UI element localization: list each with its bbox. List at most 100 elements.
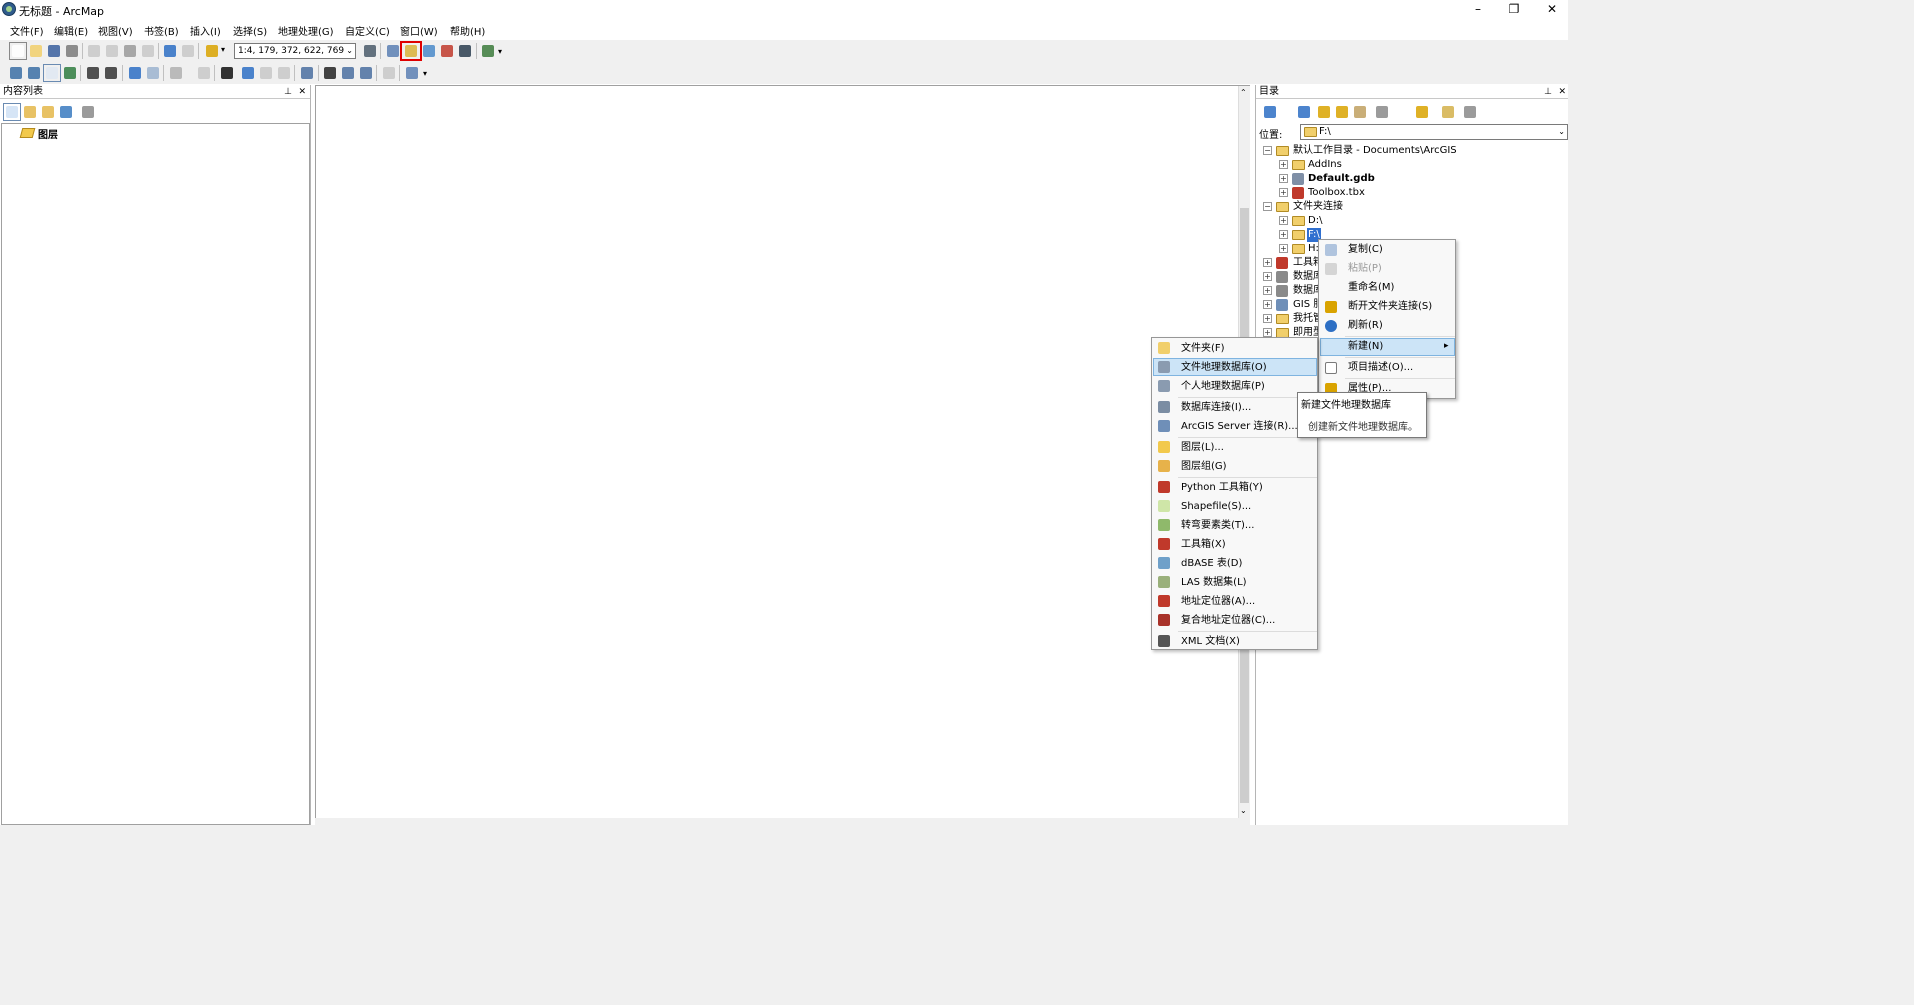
list-by-selection-icon[interactable] — [58, 104, 74, 120]
close-button[interactable]: ✕ — [1538, 1, 1566, 17]
editor-toolbar-icon[interactable] — [362, 43, 378, 59]
measure-icon[interactable] — [299, 65, 315, 81]
identify-icon[interactable] — [240, 65, 256, 81]
clear-selection-icon[interactable] — [196, 65, 212, 81]
zoom-in-icon[interactable] — [8, 65, 24, 81]
menu-insert[interactable]: 插入(I) — [190, 23, 221, 38]
context-paste[interactable]: 粘贴(P) — [1348, 259, 1382, 278]
new-submenu-item[interactable]: 工具箱(X) — [1181, 535, 1226, 554]
menu-customize[interactable]: 自定义(C) — [345, 23, 390, 38]
list-by-visibility-icon[interactable] — [40, 104, 56, 120]
new-submenu-item[interactable]: 图层组(G) — [1181, 457, 1227, 476]
expand-icon[interactable]: + — [1263, 286, 1272, 295]
catalog-close-icon[interactable]: ✕ — [1558, 85, 1566, 99]
menu-help[interactable]: 帮助(H) — [450, 23, 485, 38]
save-icon[interactable] — [46, 43, 62, 59]
toolbar-options-icon[interactable]: ▾ — [497, 43, 507, 59]
forward-extent-icon[interactable] — [145, 65, 161, 81]
chevron-down-icon[interactable]: ⌄ — [346, 44, 353, 58]
new-submenu-item[interactable]: 复合地址定位器(C)... — [1181, 611, 1275, 630]
menu-selection[interactable]: 选择(S) — [233, 23, 267, 38]
print-icon[interactable] — [64, 43, 80, 59]
context-new[interactable]: 新建(N) — [1348, 337, 1383, 356]
new-submenu-item[interactable]: Shapefile(S)... — [1181, 497, 1251, 516]
find-icon[interactable] — [322, 65, 338, 81]
context-rename[interactable]: 重命名(M) — [1348, 278, 1394, 297]
location-combobox[interactable]: F:\ ⌄ — [1300, 124, 1568, 140]
catalog-pin-icon[interactable]: ⊥ — [1544, 85, 1552, 99]
new-submenu-item[interactable]: 文件地理数据库(O) — [1181, 358, 1267, 377]
menu-bookmarks[interactable]: 书签(B) — [144, 23, 179, 38]
catalog-forward-icon[interactable] — [1296, 104, 1312, 120]
zoom-out-icon[interactable] — [26, 65, 42, 81]
new-submenu-item[interactable]: XML 文档(X) — [1181, 632, 1240, 651]
tree-item-default-gdb[interactable]: Default.gdb — [1308, 172, 1375, 186]
expand-icon[interactable]: + — [1263, 300, 1272, 309]
expand-icon[interactable]: + — [1263, 314, 1272, 323]
catalog-options-icon[interactable] — [1440, 104, 1456, 120]
expand-icon[interactable]: + — [1279, 244, 1288, 253]
expand-icon[interactable]: + — [1279, 160, 1288, 169]
menu-geoprocessing[interactable]: 地理处理(G) — [278, 23, 334, 38]
menu-windows[interactable]: 窗口(W) — [400, 23, 438, 38]
expand-icon[interactable]: + — [1263, 328, 1272, 337]
catalog-back-icon[interactable] — [1262, 104, 1278, 120]
home-folder-icon[interactable] — [1334, 104, 1350, 120]
go-to-xy-icon[interactable] — [358, 65, 374, 81]
expand-icon[interactable]: + — [1279, 174, 1288, 183]
expand-icon[interactable]: + — [1263, 258, 1272, 267]
arctoolbox-window-icon[interactable] — [439, 43, 455, 59]
new-submenu-item[interactable]: 文件夹(F) — [1181, 339, 1225, 358]
up-one-level-icon[interactable] — [1316, 104, 1332, 120]
menu-view[interactable]: 视图(V) — [98, 23, 133, 38]
redo-icon[interactable] — [180, 43, 196, 59]
modelbuilder-icon[interactable] — [480, 43, 496, 59]
tree-item-home-folder[interactable]: 默认工作目录 - Documents\ArcGIS — [1293, 144, 1457, 158]
menu-edit[interactable]: 编辑(E) — [54, 23, 88, 38]
tools-toolbar-options-icon[interactable]: ▾ — [422, 65, 432, 81]
cut-icon[interactable] — [86, 43, 102, 59]
new-submenu-item[interactable]: Python 工具箱(Y) — [1181, 478, 1263, 497]
add-data-icon[interactable] — [204, 43, 220, 59]
list-by-drawing-order-icon[interactable] — [3, 103, 21, 121]
scroll-up-icon[interactable]: ⌃ — [1240, 88, 1247, 97]
tree-item-addins[interactable]: AddIns — [1308, 158, 1342, 172]
add-data-dropdown-icon[interactable]: ▾ — [219, 43, 229, 59]
expand-icon[interactable]: + — [1279, 216, 1288, 225]
new-submenu-item[interactable]: 个人地理数据库(P) — [1181, 377, 1265, 396]
hyperlink-icon[interactable] — [258, 65, 274, 81]
context-copy[interactable]: 复制(C) — [1348, 240, 1383, 259]
open-icon[interactable] — [28, 43, 44, 59]
fixed-zoom-out-icon[interactable] — [103, 65, 119, 81]
toc-close-icon[interactable]: ✕ — [298, 85, 306, 99]
collapse-icon[interactable]: − — [1263, 146, 1272, 155]
context-item-description[interactable]: 项目描述(O)... — [1348, 358, 1413, 377]
html-popup-icon[interactable] — [276, 65, 292, 81]
expand-icon[interactable]: + — [1279, 230, 1288, 239]
new-document-icon[interactable] — [9, 42, 27, 60]
views-icon[interactable] — [1374, 104, 1390, 120]
table-of-contents-window-icon[interactable] — [385, 43, 401, 59]
new-submenu-item[interactable]: ArcGIS Server 连接(R)... — [1181, 417, 1298, 436]
search-window-icon[interactable] — [421, 43, 437, 59]
select-features-icon[interactable] — [168, 65, 184, 81]
map-scale-combobox[interactable]: 1:4, 179, 372, 622, 769 ⌄ — [234, 43, 356, 59]
toc-options-icon[interactable] — [80, 104, 96, 120]
select-elements-icon[interactable] — [219, 65, 235, 81]
new-submenu-item[interactable]: LAS 数据集(L) — [1181, 573, 1247, 592]
location-chevron-down-icon[interactable]: ⌄ — [1558, 125, 1565, 139]
scroll-down-icon[interactable]: ⌄ — [1240, 806, 1247, 815]
create-viewer-window-icon[interactable] — [404, 65, 420, 81]
pin-icon[interactable]: ⊥ — [284, 85, 292, 99]
catalog-list-icon[interactable] — [1462, 104, 1478, 120]
new-submenu-item[interactable]: 数据库连接(I)... — [1181, 398, 1251, 417]
toggle-contents-icon[interactable] — [1352, 104, 1368, 120]
paste-icon[interactable] — [122, 43, 138, 59]
collapse-icon[interactable]: − — [1263, 202, 1272, 211]
connect-to-folder-icon[interactable] — [1414, 104, 1430, 120]
minimize-button[interactable]: – — [1464, 1, 1492, 17]
full-extent-icon[interactable] — [62, 65, 78, 81]
find-route-icon[interactable] — [340, 65, 356, 81]
map-display[interactable] — [315, 85, 1250, 825]
list-by-source-icon[interactable] — [22, 104, 38, 120]
